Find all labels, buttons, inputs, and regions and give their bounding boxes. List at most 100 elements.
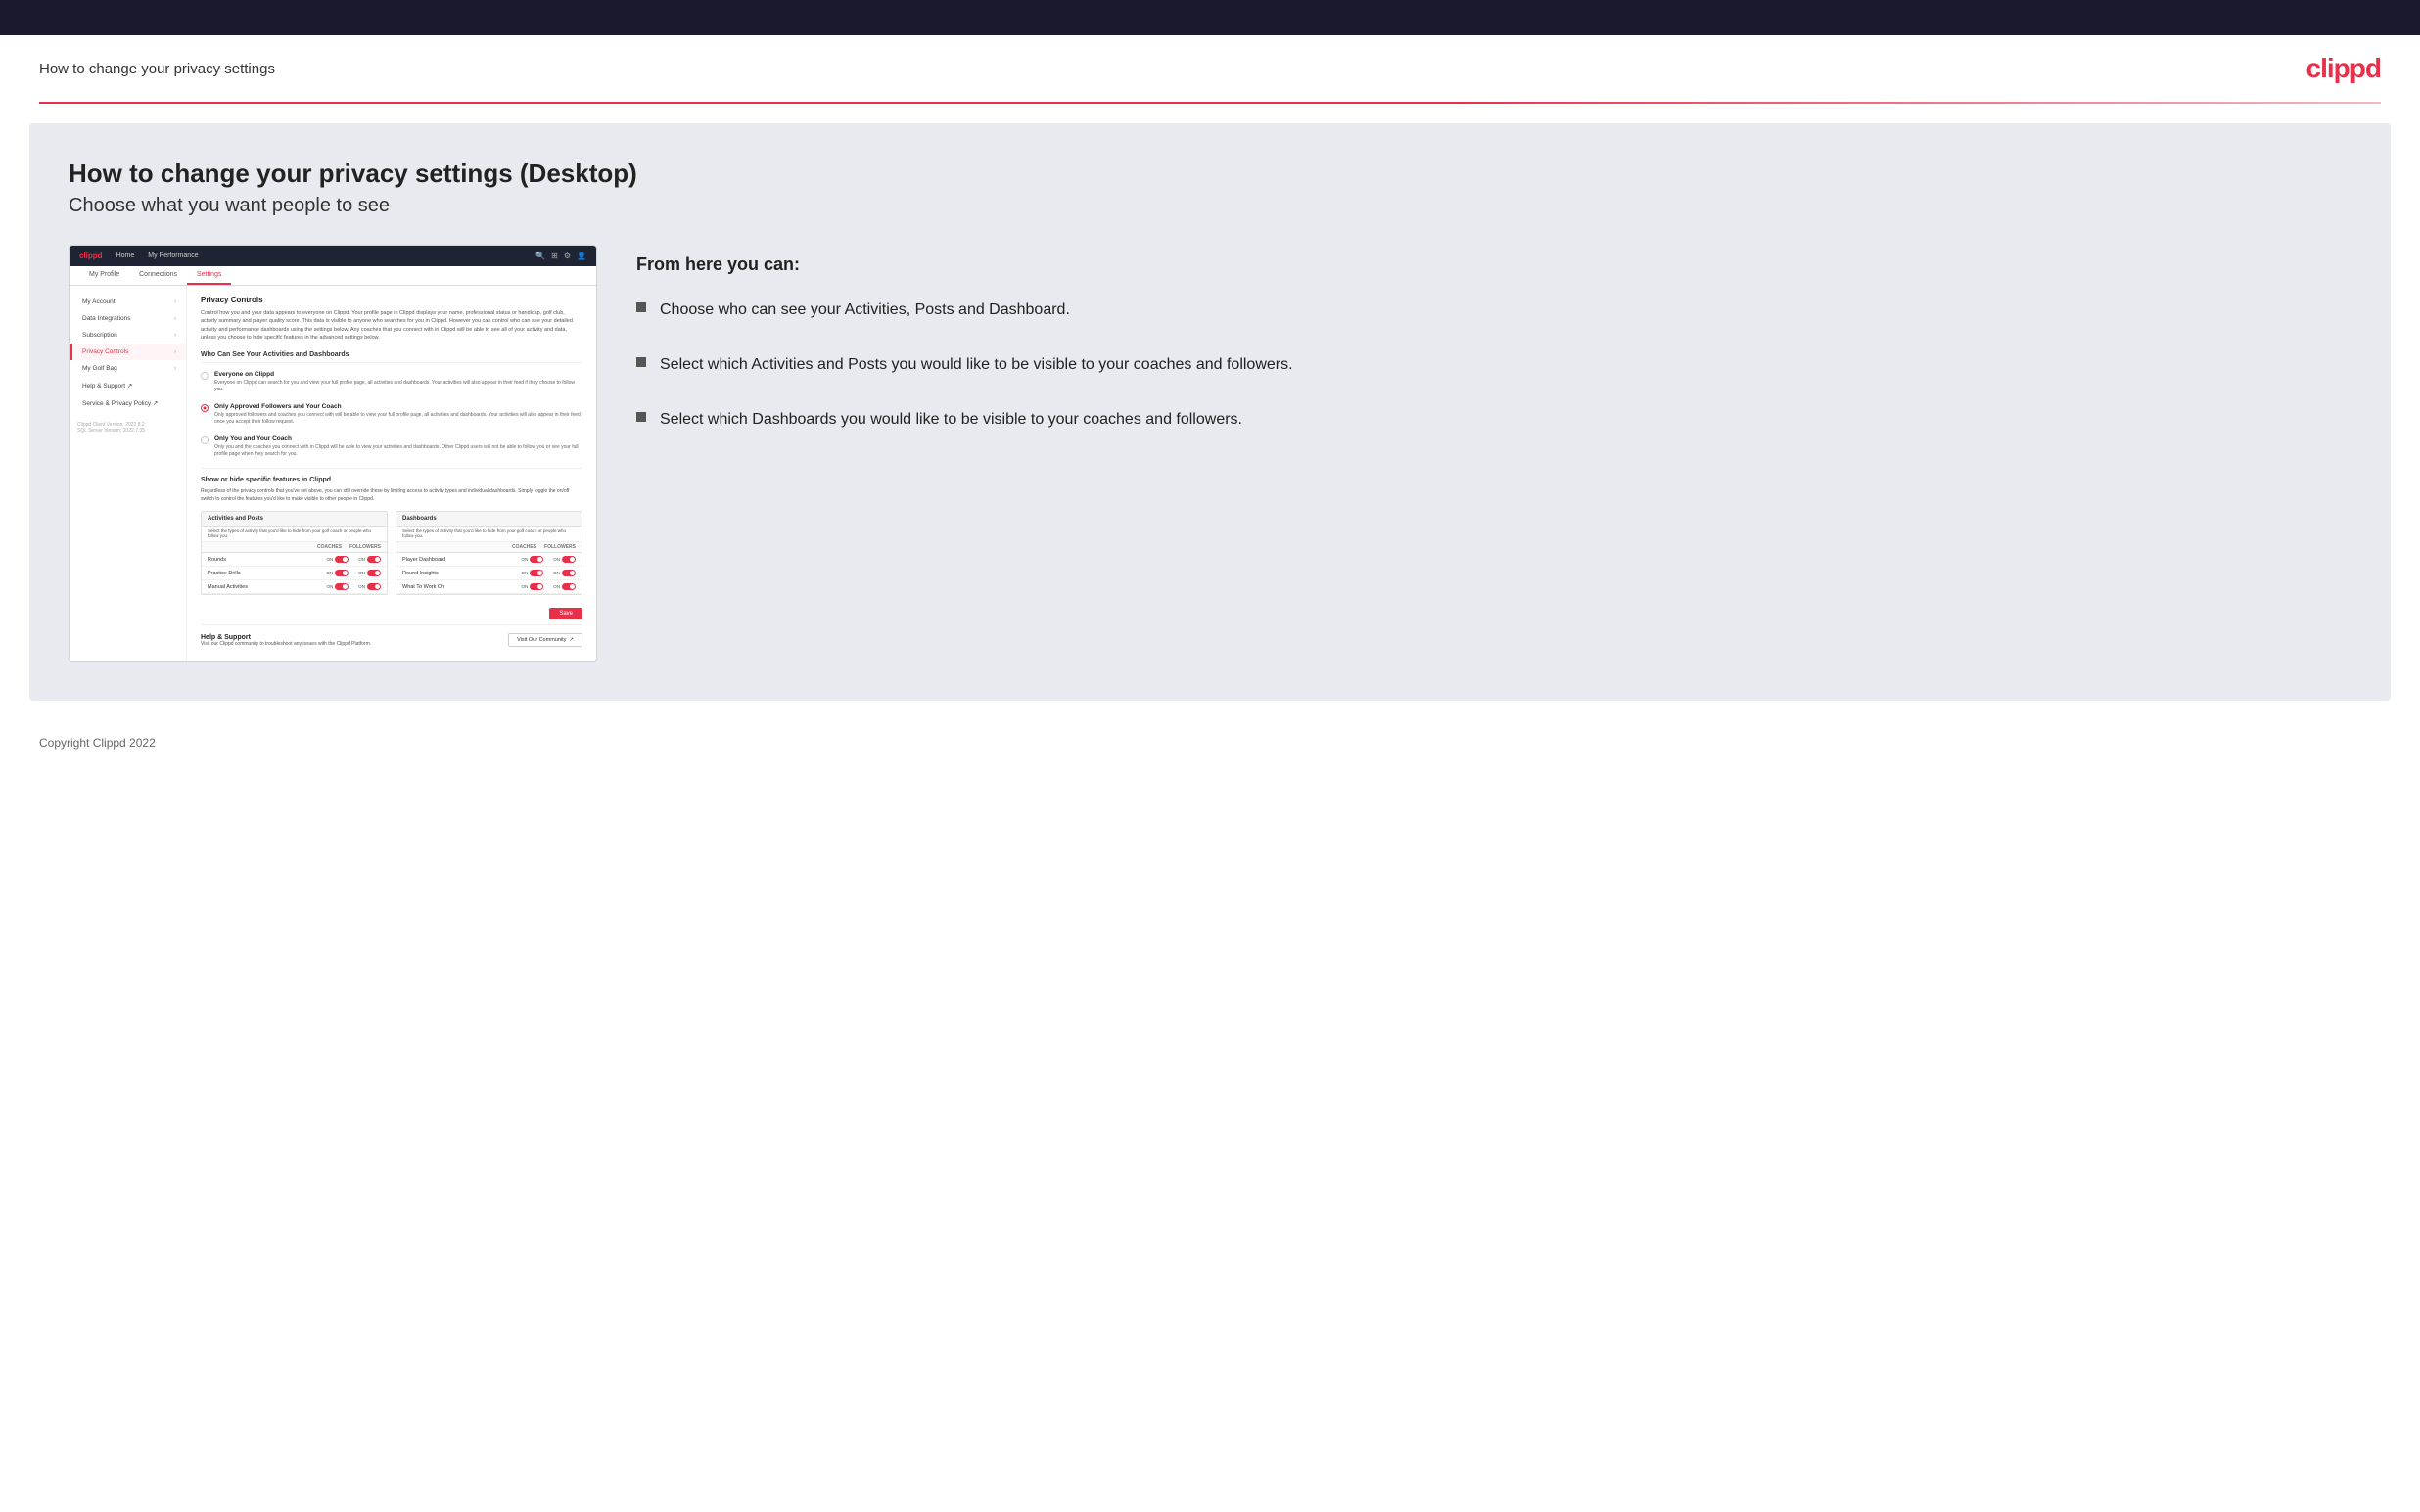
mock-radio-followers: Only Approved Followers and Your Coach O… xyxy=(201,403,582,426)
mock-radio-circle-everyone xyxy=(201,372,209,380)
mock-help-section: Help & Support Visit our Clippd communit… xyxy=(201,624,582,651)
footer: Copyright Clippd 2022 xyxy=(0,720,2420,765)
mock-radio-everyone: Everyone on Clippd Everyone on Clippd ca… xyxy=(201,371,582,393)
header-divider xyxy=(39,102,2381,104)
mock-toggle-playerdash-coaches xyxy=(530,556,543,563)
header: How to change your privacy settings clip… xyxy=(0,35,2420,102)
chevron-right-icon: › xyxy=(174,333,176,339)
mock-sidebar-data: Data Integrations › xyxy=(70,310,186,327)
mock-row-player-dashboard: Player Dashboard ON ON xyxy=(396,553,582,567)
mock-save-row: Save xyxy=(201,603,582,624)
mock-help-desc: Visit our Clippd community to troublesho… xyxy=(201,641,371,647)
mock-radio-desc-followers: Only approved followers and coaches you … xyxy=(214,412,582,426)
from-here-title: From here you can: xyxy=(636,254,2351,275)
mock-dashboards-header: Dashboards xyxy=(396,512,582,527)
mock-tab-profile: My Profile xyxy=(79,266,129,285)
main-content: How to change your privacy settings (Des… xyxy=(29,123,2391,701)
external-link-icon: ↗ xyxy=(569,637,574,643)
mock-toggle-rounds-coaches xyxy=(335,556,349,563)
mock-sidebar-help: Help & Support ↗ xyxy=(70,377,186,394)
mock-save-button[interactable]: Save xyxy=(549,608,582,619)
mock-activities-table: Activities and Posts Select the types of… xyxy=(201,511,388,595)
mock-row-what-to-work: What To Work On ON ON xyxy=(396,580,582,594)
mock-row-manual: Manual Activities ON ON xyxy=(202,580,387,594)
mock-tabs: My Profile Connections Settings xyxy=(70,266,596,286)
logo: clippd xyxy=(2306,53,2381,84)
mock-sidebar-privacy: Privacy Controls › xyxy=(70,344,186,360)
mock-radio-only-you: Only You and Your Coach Only you and the… xyxy=(201,435,582,458)
right-panel: From here you can: Choose who can see yo… xyxy=(636,245,2351,463)
content-row: clippd Home My Performance 🔍 ⊞ ⚙ 👤 My Pr… xyxy=(69,245,2351,662)
mock-col-followers-label: FOLLOWERS xyxy=(349,544,381,550)
search-icon: 🔍 xyxy=(535,252,545,260)
avatar-icon: 👤 xyxy=(577,252,586,260)
mock-sidebar-subscription: Subscription › xyxy=(70,327,186,344)
bullet-item-1: Choose who can see your Activities, Post… xyxy=(636,298,2351,322)
mock-tables-row: Activities and Posts Select the types of… xyxy=(201,511,582,595)
mock-row-rounds: Rounds ON ON xyxy=(202,553,387,567)
mock-sidebar-account: My Account › xyxy=(70,294,186,310)
mock-dash-col-followers: FOLLOWERS xyxy=(544,544,576,550)
bullet-text-1: Choose who can see your Activities, Post… xyxy=(660,298,1070,322)
mock-logo: clippd xyxy=(79,252,103,260)
mock-who-title: Who Can See Your Activities and Dashboar… xyxy=(201,351,582,363)
mock-sidebar-version: Clippd Client Version: 2022.8.2SQL Serve… xyxy=(70,412,186,437)
mock-activities-subheader: COACHES FOLLOWERS xyxy=(202,542,387,553)
mock-dash-col-coaches: COACHES xyxy=(512,544,536,550)
mock-section-desc: Control how you and your data appears to… xyxy=(201,309,582,342)
page-heading: How to change your privacy settings (Des… xyxy=(69,159,2351,189)
bullet-item-2: Select which Activities and Posts you wo… xyxy=(636,353,2351,377)
mock-main-panel: Privacy Controls Control how you and you… xyxy=(187,286,596,661)
mock-radio-circle-you xyxy=(201,436,209,444)
mock-show-desc: Regardless of the privacy controls that … xyxy=(201,488,582,503)
mock-body: My Account › Data Integrations › Subscri… xyxy=(70,286,596,661)
bullet-square-2 xyxy=(636,357,646,367)
settings-icon: ⚙ xyxy=(564,252,571,260)
mock-sidebar-golfbag: My Golf Bag › xyxy=(70,360,186,377)
bullet-text-3: Select which Dashboards you would like t… xyxy=(660,408,1242,432)
header-title: How to change your privacy settings xyxy=(39,61,275,77)
bullet-text-2: Select which Activities and Posts you wo… xyxy=(660,353,1293,377)
mock-radio-desc-you: Only you and the coaches you connect wit… xyxy=(214,444,582,458)
mock-nav-home: Home xyxy=(116,252,135,259)
mock-col-coaches-label: COACHES xyxy=(317,544,342,550)
mock-dashboards-table: Dashboards Select the types of activity … xyxy=(396,511,582,595)
mock-radio-circle-followers xyxy=(201,404,209,412)
mock-toggle-insights-coaches xyxy=(530,570,543,576)
mock-radio-label-everyone: Everyone on Clippd xyxy=(214,371,582,378)
chevron-right-icon: › xyxy=(174,316,176,322)
chevron-right-icon: › xyxy=(174,299,176,305)
chevron-right-icon: › xyxy=(174,349,176,355)
mock-radio-label-you: Only You and Your Coach xyxy=(214,435,582,442)
mock-activities-header: Activities and Posts xyxy=(202,512,387,527)
bullet-square-3 xyxy=(636,412,646,422)
bullet-item-3: Select which Dashboards you would like t… xyxy=(636,408,2351,432)
mock-row-round-insights: Round Insights ON ON xyxy=(396,567,582,580)
grid-icon: ⊞ xyxy=(551,252,558,260)
bullet-square-1 xyxy=(636,302,646,312)
mock-tab-connections: Connections xyxy=(129,266,187,285)
mock-toggle-manual-followers xyxy=(367,583,381,590)
app-screenshot: clippd Home My Performance 🔍 ⊞ ⚙ 👤 My Pr… xyxy=(69,245,597,662)
mock-tab-settings: Settings xyxy=(187,266,231,285)
mock-radio-label-followers: Only Approved Followers and Your Coach xyxy=(214,403,582,410)
mock-toggle-manual-coaches xyxy=(335,583,349,590)
mock-toggle-drills-followers xyxy=(367,570,381,576)
mock-toggle-drills-coaches xyxy=(335,570,349,576)
mock-activities-desc: Select the types of activity that you'd … xyxy=(202,527,387,542)
mock-section-title: Privacy Controls xyxy=(201,296,582,304)
mock-nav: clippd Home My Performance 🔍 ⊞ ⚙ 👤 xyxy=(70,246,596,266)
mock-toggle-whattowork-coaches xyxy=(530,583,543,590)
mock-sidebar-service: Service & Privacy Policy ↗ xyxy=(70,394,186,412)
mock-help-title: Help & Support xyxy=(201,634,371,641)
mock-dashboards-subheader: COACHES FOLLOWERS xyxy=(396,542,582,553)
mock-dashboards-desc: Select the types of activity that you'd … xyxy=(396,527,582,542)
mock-nav-performance: My Performance xyxy=(148,252,198,259)
mock-toggle-insights-followers xyxy=(562,570,576,576)
mock-toggle-whattowork-followers xyxy=(562,583,576,590)
mock-community-button[interactable]: Visit Our Community ↗ xyxy=(508,633,582,647)
mock-radio-desc-everyone: Everyone on Clippd can search for you an… xyxy=(214,380,582,393)
mock-toggle-playerdash-followers xyxy=(562,556,576,563)
mock-row-drills: Practice Drills ON ON xyxy=(202,567,387,580)
bullet-list: Choose who can see your Activities, Post… xyxy=(636,298,2351,432)
